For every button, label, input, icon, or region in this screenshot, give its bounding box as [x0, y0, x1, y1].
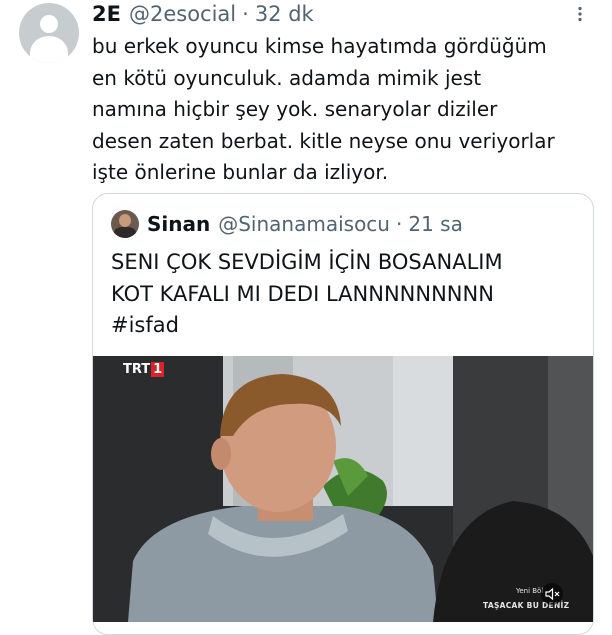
post-header: 2E @2esocial · 32 dk	[92, 0, 314, 28]
quoted-post[interactable]: Sinan @Sinanamaisocu · 21 sa SENI ÇOK SE…	[92, 193, 594, 635]
author-handle[interactable]: @2esocial	[129, 2, 236, 26]
author-name[interactable]: 2E	[92, 2, 121, 26]
avatar-face	[119, 214, 131, 227]
video-frame	[93, 356, 593, 622]
speaker-mute-icon[interactable]	[541, 583, 563, 605]
channel-logo: TRT 1	[123, 362, 165, 377]
video-caption-top: Yeni Böl	[516, 587, 544, 595]
quoted-post-text: SENI ÇOK SEVDİGİM İÇİN BOSANALIM KOT KAF…	[111, 250, 503, 337]
post-text: bu erkek oyuncu kimse hayatımda gördüğüm…	[92, 34, 555, 184]
avatar-placeholder-body	[30, 36, 68, 63]
quoted-author-name[interactable]: Sinan	[147, 212, 210, 236]
author-avatar[interactable]	[19, 3, 79, 63]
avatar-shirt	[114, 227, 136, 238]
quoted-author-handle[interactable]: @Sinanamaisocu	[218, 212, 390, 236]
more-options-icon[interactable]	[572, 6, 588, 22]
quoted-author-avatar[interactable]	[111, 210, 139, 238]
separator-dot: ·	[395, 212, 403, 236]
video-player[interactable]: TRT 1 Yeni Böl TAŞACAK BU DENİZ	[93, 356, 593, 622]
avatar-placeholder-head	[40, 15, 58, 33]
quoted-post-timestamp[interactable]: 21 sa	[408, 212, 462, 236]
post-timestamp[interactable]: 32 dk	[255, 2, 314, 26]
channel-logo-number: 1	[151, 362, 165, 377]
quoted-post-header: Sinan @Sinanamaisocu · 21 sa	[111, 208, 463, 240]
channel-logo-text: TRT	[123, 362, 151, 377]
separator-dot: ·	[242, 2, 249, 26]
